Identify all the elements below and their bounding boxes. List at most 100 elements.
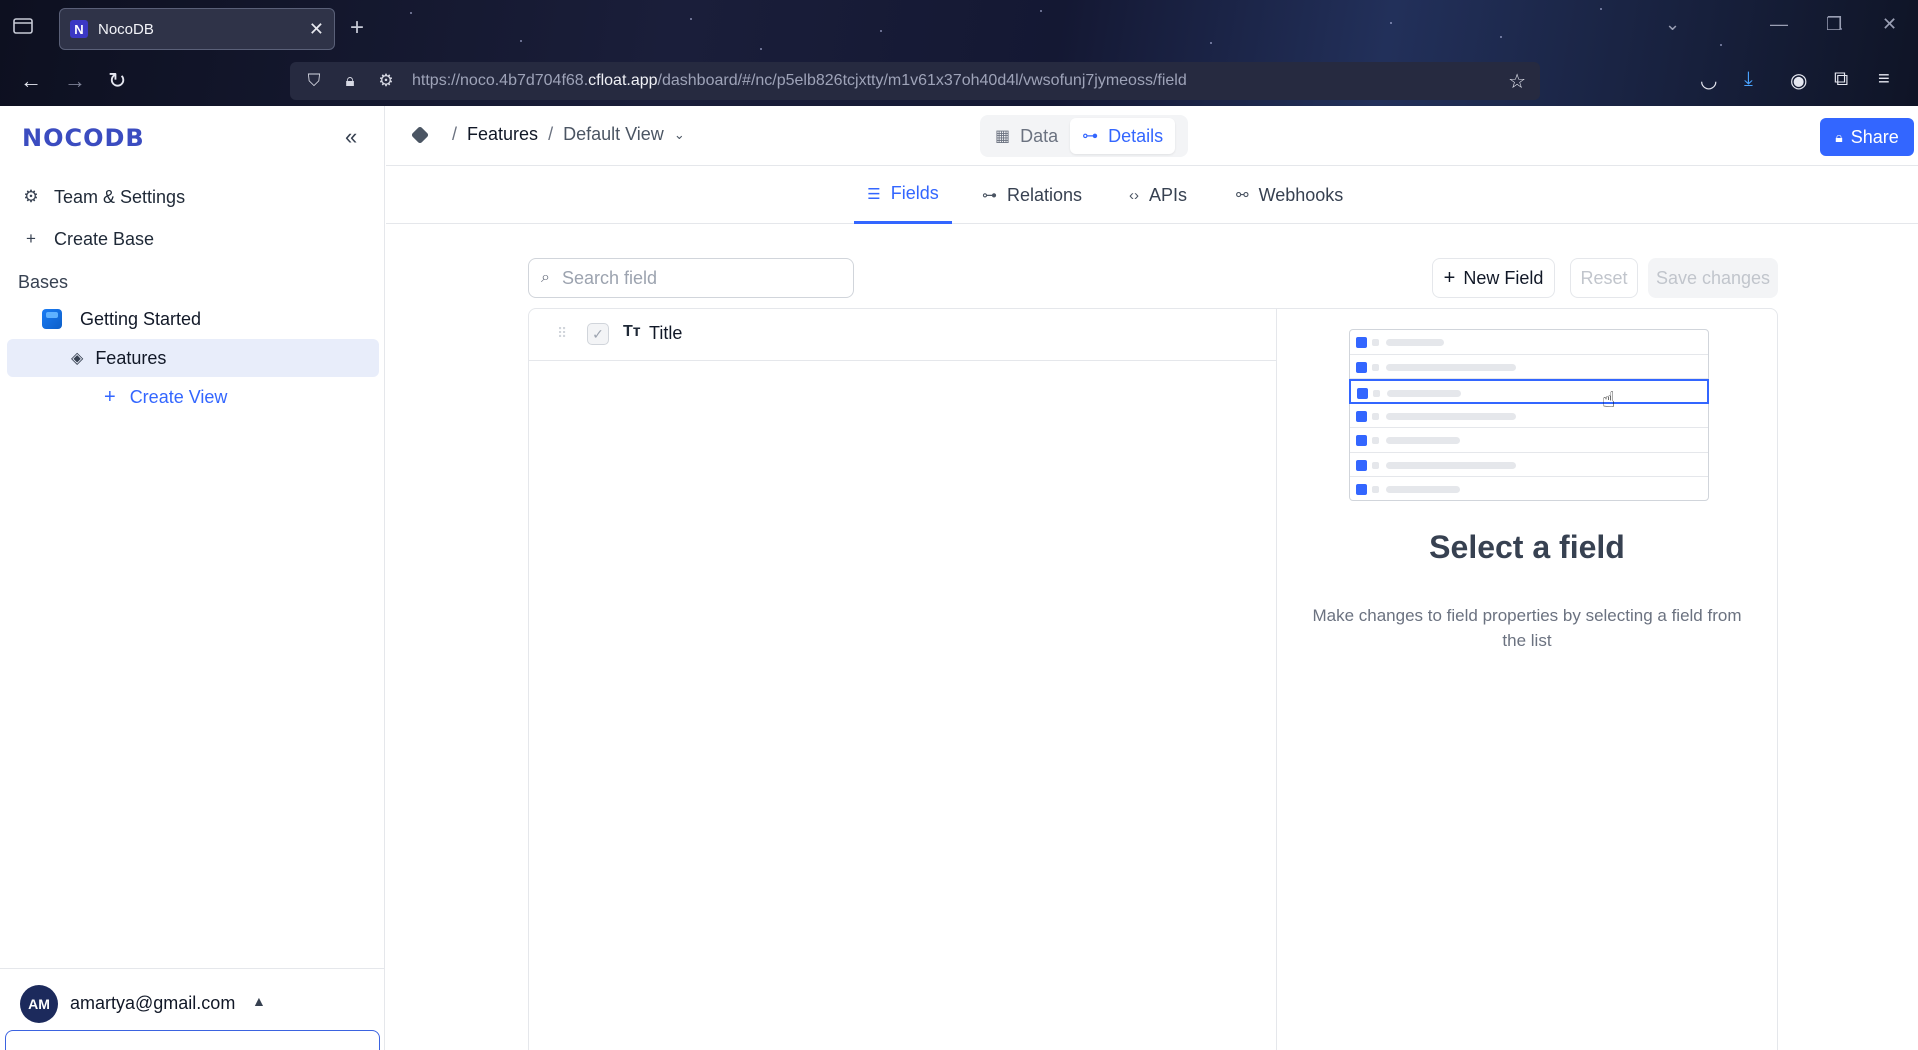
details-tab-button[interactable]: ⊶ Details (1070, 118, 1176, 154)
grid-icon: ▦ (995, 128, 1011, 145)
tab-webhooks[interactable]: ⚯ Webhooks (1236, 166, 1343, 224)
close-tab-icon[interactable]: ✕ (309, 19, 324, 40)
tab-webhooks-label: Webhooks (1258, 184, 1344, 205)
tab-strip: N NocoDB ✕ + ⌄ — ❐ ✕ (0, 0, 1918, 54)
base-label: Getting Started (80, 308, 202, 329)
navigation-bar: ← → ↻ ⛉ 🔒︎ ⚙︎ https://noco.4b7d704f68.cf… (0, 58, 1918, 106)
address-bar[interactable]: ⛉ 🔒︎ ⚙︎ https://noco.4b7d704f68.cfloat.a… (290, 62, 1540, 100)
drag-handle-icon[interactable]: ⠿ (557, 325, 567, 342)
account-icon[interactable]: ◉ (1790, 68, 1807, 93)
browser-tab-active[interactable]: N NocoDB ✕ (59, 8, 335, 50)
bases-heading: Bases (18, 272, 69, 292)
reload-icon[interactable]: ↻ (108, 68, 126, 94)
field-name: Title (649, 323, 683, 343)
share-button[interactable]: 🔒︎ Share (1820, 118, 1914, 156)
chevron-down-icon[interactable]: ⌄ (1665, 14, 1680, 35)
breadcrumb-separator: / (548, 124, 554, 144)
main-content: / Features / Default View ⌄ ▦ Data ⊶ Det… (386, 106, 1918, 1050)
code-icon: ‹› (1129, 186, 1139, 204)
bottom-banner[interactable] (5, 1030, 380, 1050)
download-icon[interactable]: ⤓ (1744, 68, 1753, 91)
fields-panel: ⠿ ✓ Tт Title ☝︎ Select a field Make chan… (528, 308, 1778, 1050)
team-settings-label: Team & Settings (54, 186, 186, 207)
tab-list-icon[interactable] (12, 16, 36, 38)
new-field-label: New Field (1463, 267, 1544, 288)
create-view-label: Create View (129, 386, 228, 407)
sidebar: NOCODB « ⚙ Team & Settings + Create Base… (0, 106, 385, 1050)
chevron-down-icon[interactable]: ⌄ (674, 127, 685, 143)
plus-icon: + (26, 229, 36, 248)
text-type-icon: Tт (623, 323, 641, 340)
new-tab-icon[interactable]: + (350, 14, 364, 42)
field-visibility-checkbox[interactable]: ✓ (587, 323, 609, 345)
table-icon: ◈ (71, 350, 84, 367)
illustration-row (1350, 355, 1708, 379)
back-icon[interactable]: ← (20, 68, 42, 94)
site-settings-icon[interactable]: ⚙︎ (376, 71, 396, 91)
tab-relations[interactable]: ⊶ Relations (982, 166, 1082, 224)
create-base-item[interactable]: + Create Base (20, 222, 154, 256)
field-detail-pane: ☝︎ Select a field Make changes to field … (1277, 309, 1777, 1050)
lock-icon[interactable]: 🔒︎ (340, 71, 360, 91)
minimize-icon[interactable]: — (1770, 14, 1788, 35)
forward-icon[interactable]: → (64, 68, 86, 94)
collapse-sidebar-icon[interactable]: « (345, 124, 357, 150)
tab-fields[interactable]: ☰ Fields (854, 166, 952, 224)
create-view-button[interactable]: + Create View (104, 380, 227, 414)
breadcrumb-view[interactable]: Default View (563, 124, 664, 145)
details-subtabs: ☰ Fields ⊶ Relations ‹› APIs ⚯ Webhooks (386, 166, 1918, 224)
pocket-icon[interactable]: ◡ (1700, 68, 1717, 93)
tab-apis[interactable]: ‹› APIs (1129, 166, 1187, 224)
field-list: ⠿ ✓ Tт Title (529, 309, 1277, 1050)
save-changes-button[interactable]: Save changes (1648, 258, 1778, 298)
base-icon (410, 125, 430, 144)
new-field-button[interactable]: + New Field (1432, 258, 1555, 298)
field-row[interactable]: ⠿ ✓ Tт Title (529, 309, 1277, 361)
browser-chrome: N NocoDB ✕ + ⌄ — ❐ ✕ ← → ↻ ⛉ 🔒︎ ⚙︎ https… (0, 0, 1918, 106)
details-tab-label: Details (1108, 125, 1164, 146)
base-cube-icon (42, 309, 62, 329)
extensions-icon[interactable]: ⧉ (1834, 68, 1848, 91)
nocodb-app: NOCODB « ⚙ Team & Settings + Create Base… (0, 106, 1918, 1050)
search-icon: ⌕ (541, 269, 550, 286)
table-label: Features (95, 347, 167, 368)
select-field-illustration: ☝︎ (1349, 329, 1709, 501)
nocodb-logo[interactable]: NOCODB (22, 124, 145, 152)
team-settings-item[interactable]: ⚙ Team & Settings (20, 180, 185, 214)
data-tab-button[interactable]: ▦ Data (983, 118, 1070, 154)
search-input[interactable] (561, 267, 822, 289)
view-mode-toggle: ▦ Data ⊶ Details (980, 115, 1188, 157)
reset-button[interactable]: Reset (1570, 258, 1638, 298)
details-icon: ⊶ (1082, 128, 1099, 145)
bookmark-star-icon[interactable]: ☆ (1508, 69, 1526, 94)
illustration-row (1350, 453, 1708, 477)
illustration-row-selected (1349, 379, 1709, 404)
tab-fields-label: Fields (890, 183, 939, 203)
data-tab-label: Data (1020, 125, 1059, 146)
table-item-features[interactable]: ◈ Features (7, 339, 379, 377)
hand-cursor-icon: ☝︎ (1602, 387, 1616, 412)
url-text[interactable]: https://noco.4b7d704f68.cfloat.app/dashb… (412, 72, 1187, 90)
tab-title: NocoDB (98, 20, 154, 38)
avatar: AM (20, 985, 58, 1023)
breadcrumb-table[interactable]: Features (467, 124, 538, 145)
relations-icon: ⊶ (982, 187, 997, 204)
illustration-row (1350, 428, 1708, 453)
base-getting-started[interactable]: Getting Started (42, 302, 201, 336)
top-bar: / Features / Default View ⌄ ▦ Data ⊶ Det… (386, 106, 1918, 166)
illustration-row (1350, 477, 1708, 502)
user-menu[interactable]: AM amartya@gmail.com ▲ (0, 968, 385, 1038)
breadcrumb-separator: / (452, 124, 458, 144)
nocodb-favicon-icon: N (70, 20, 88, 38)
list-icon: ☰ (867, 185, 881, 203)
chevron-up-icon: ▲ (252, 993, 266, 1009)
shield-icon[interactable]: ⛉ (304, 71, 324, 91)
menu-icon[interactable]: ≡ (1878, 68, 1890, 91)
restore-icon[interactable]: ❐ (1826, 14, 1842, 35)
close-window-icon[interactable]: ✕ (1882, 14, 1897, 35)
create-base-label: Create Base (54, 228, 155, 249)
breadcrumb: / Features / Default View ⌄ (410, 124, 685, 145)
lock-icon: 🔒︎ (1835, 128, 1843, 145)
user-email: amartya@gmail.com (70, 993, 236, 1013)
illustration-row (1350, 404, 1708, 428)
